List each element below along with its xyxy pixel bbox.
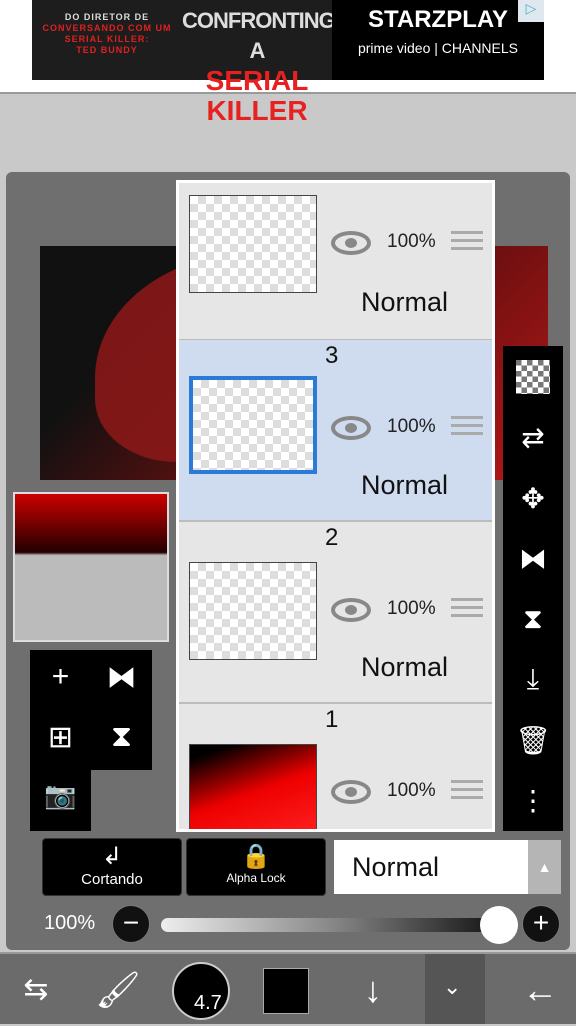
merge-down-icon[interactable]: ⤓ bbox=[527, 663, 539, 696]
eye-icon[interactable] bbox=[331, 598, 371, 622]
ad-title: CONFRONTING A SERIAL KILLER bbox=[182, 0, 336, 126]
layer-number: 3 bbox=[325, 342, 339, 369]
layer-blend: Normal bbox=[361, 652, 449, 682]
layers-button[interactable]: ⌄ bbox=[425, 954, 485, 1024]
opacity-label: 100% bbox=[44, 912, 96, 934]
more-icon[interactable]: ⋮ bbox=[519, 784, 547, 817]
adchoices-icon[interactable]: ▷ bbox=[518, 0, 544, 22]
layer-item-2[interactable]: 2 100% Normal bbox=[179, 522, 492, 704]
drag-handle-icon[interactable] bbox=[451, 416, 483, 440]
back-arrow-icon[interactable]: ← bbox=[510, 954, 570, 1026]
ad-line: CONVERSANDO COM UM bbox=[42, 23, 172, 33]
brush-icon[interactable]: 🖌 bbox=[90, 954, 146, 1026]
clip-arrow-icon: ↲ bbox=[101, 843, 123, 870]
layer-opacity: 100% bbox=[387, 231, 436, 252]
move-icon[interactable]: ✥ bbox=[521, 482, 544, 515]
blend-mode-select[interactable]: Normal bbox=[334, 840, 528, 894]
drag-handle-icon[interactable] bbox=[451, 598, 483, 622]
layer-number: 2 bbox=[325, 524, 339, 551]
layer-thumbnail bbox=[189, 376, 317, 474]
camera-icon[interactable]: 📷 bbox=[30, 780, 91, 811]
bottom-toolbar: ⇆ 🖌 4.7 ↓ ⌄ ← bbox=[0, 952, 576, 1024]
drag-handle-icon[interactable] bbox=[451, 780, 483, 804]
clipping-label: Cortando bbox=[81, 871, 143, 888]
add-layer-icon[interactable]: + bbox=[30, 660, 91, 694]
layer-tools-left-bottom: 📷 bbox=[30, 770, 91, 831]
layer-opacity: 100% bbox=[387, 780, 436, 801]
layer-thumbnail bbox=[189, 562, 317, 660]
ad-partner: prime video | CHANNELS bbox=[357, 40, 519, 56]
ad-brand-name: STARZPLAY bbox=[367, 6, 508, 33]
drag-handle-icon[interactable] bbox=[451, 231, 483, 255]
ad-title-b: SERIAL KILLER bbox=[205, 65, 309, 126]
brush-size-button[interactable]: 4.7 bbox=[172, 962, 230, 1020]
brush-size-value: 4.7 bbox=[194, 992, 222, 1014]
layer-blend: Normal bbox=[361, 287, 449, 317]
trash-icon[interactable]: 🗑 bbox=[515, 724, 551, 757]
layer-item-3[interactable]: 3 100% Normal bbox=[179, 340, 492, 522]
ad-line: TED BUNDY bbox=[76, 45, 138, 55]
ad-title-a: CONFRONTING A bbox=[182, 8, 336, 63]
eye-icon[interactable] bbox=[331, 231, 371, 255]
ad-tagline: DO DIRETOR DE CONVERSANDO COM UM SERIAL … bbox=[32, 0, 182, 80]
layer-tools-left: + ⧓ ⊞ ⧗ bbox=[30, 650, 152, 770]
opacity-slider-knob[interactable] bbox=[480, 906, 518, 944]
ad-line: SERIAL KILLER: bbox=[64, 34, 150, 44]
opacity-minus-button[interactable]: − bbox=[112, 905, 150, 943]
eye-icon[interactable] bbox=[331, 780, 371, 804]
layer-list[interactable]: 4 100% Normal 3 100% Normal 2 100% Norma… bbox=[176, 180, 495, 832]
layer-number: 4 bbox=[325, 183, 338, 189]
clipping-button[interactable]: ↲ Cortando bbox=[42, 838, 182, 896]
flip-vertical-icon[interactable]: ⧗ bbox=[523, 603, 543, 636]
flip-horizontal-icon[interactable]: ⧓ bbox=[519, 542, 547, 575]
lock-icon: 🔒 bbox=[241, 843, 271, 870]
opacity-plus-button[interactable]: + bbox=[522, 905, 560, 943]
color-swatch[interactable] bbox=[263, 968, 309, 1014]
swap-layer-icon[interactable]: ⇄ bbox=[521, 421, 544, 454]
copy-layer-icon[interactable]: ⊞ bbox=[30, 720, 91, 755]
flip-v-icon[interactable]: ⧗ bbox=[91, 720, 152, 754]
ad-content[interactable]: DO DIRETOR DE CONVERSANDO COM UM SERIAL … bbox=[32, 0, 544, 126]
layer-tools-right: ⇄ ✥ ⧓ ⧗ ⤓ 🗑 ⋮ bbox=[503, 346, 563, 831]
transparent-checker-icon[interactable] bbox=[516, 359, 550, 394]
layer-item-4[interactable]: 4 100% Normal bbox=[179, 183, 492, 341]
layer-item-1[interactable]: 1 100% bbox=[179, 704, 492, 829]
ad-banner[interactable]: DO DIRETOR DE CONVERSANDO COM UM SERIAL … bbox=[0, 0, 576, 126]
double-chevron-down-icon: ⌄ bbox=[443, 974, 462, 999]
tool-swap-icon[interactable]: ⇆ bbox=[8, 954, 64, 1026]
chevron-up-icon[interactable]: ▲ bbox=[528, 840, 561, 894]
flip-rotate-icon[interactable]: ⧓ bbox=[91, 660, 152, 695]
opacity-slider[interactable] bbox=[161, 918, 501, 932]
layer-opacity: 100% bbox=[387, 598, 436, 619]
alpha-lock-button[interactable]: 🔒 Alpha Lock bbox=[186, 838, 326, 896]
ad-line: DO DIRETOR DE bbox=[64, 12, 150, 22]
alpha-lock-label: Alpha Lock bbox=[226, 871, 286, 885]
eye-icon[interactable] bbox=[331, 416, 371, 440]
layer-thumbnail bbox=[189, 744, 317, 829]
canvas-preview[interactable] bbox=[13, 492, 169, 642]
layer-thumbnail bbox=[189, 195, 317, 293]
layer-blend: Normal bbox=[361, 470, 449, 500]
arrow-down-icon[interactable]: ↓ bbox=[345, 954, 401, 1026]
ad-brand: STARZPLAY prime video | CHANNELS bbox=[332, 0, 544, 80]
layer-number: 1 bbox=[325, 706, 339, 733]
layer-opacity: 100% bbox=[387, 416, 436, 437]
